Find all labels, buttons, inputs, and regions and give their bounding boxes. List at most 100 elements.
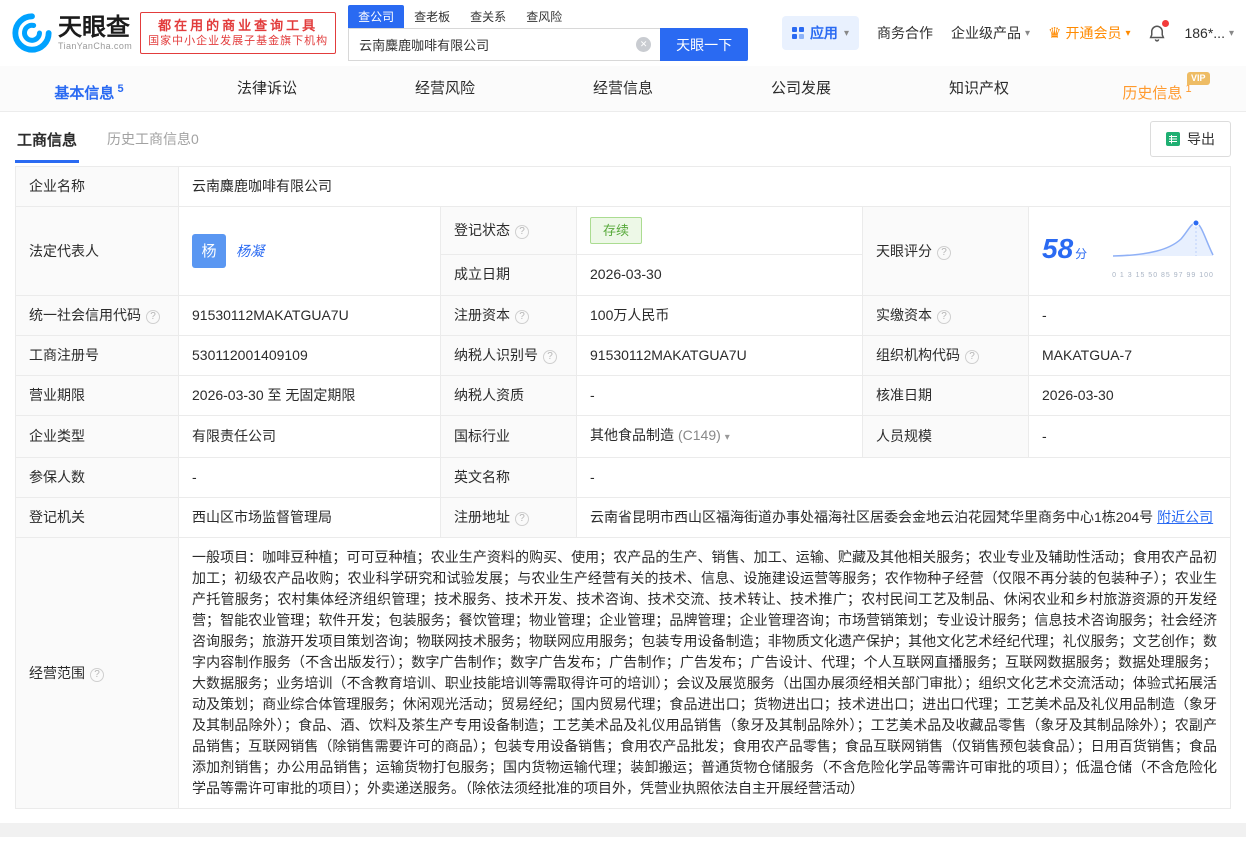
taxpayer-id-value: 91530112MAKATGUA7U	[577, 336, 863, 376]
english-name-label: 英文名称	[441, 458, 577, 498]
legal-rep-cell: 杨 杨凝	[179, 207, 441, 296]
logo-title: 天眼查	[58, 15, 132, 41]
subtab-history-registration[interactable]: 历史工商信息0	[107, 129, 199, 149]
help-icon[interactable]: ?	[515, 512, 529, 526]
tianyancha-logo[interactable]: 天眼查 TianYanCha.com	[12, 13, 132, 53]
approval-date-label: 核准日期	[863, 376, 1029, 416]
staff-size-value: -	[1029, 416, 1231, 458]
reg-status-label: 登记状态?	[441, 207, 577, 255]
tab-count: 5	[117, 83, 123, 95]
vip-label: 开通会员	[1065, 23, 1121, 43]
legal-rep-label: 法定代表人	[16, 207, 179, 296]
search-tab-company[interactable]: 查公司	[348, 5, 404, 28]
caret-down-icon: ▾	[1229, 28, 1234, 39]
sub-tab-bar: 工商信息 历史工商信息0 导出	[0, 112, 1246, 166]
business-cooperation-link[interactable]: 商务合作	[877, 23, 933, 43]
tab-company-development[interactable]: 公司发展	[712, 66, 890, 111]
search-button[interactable]: 天眼一下	[660, 28, 748, 61]
avatar[interactable]: 杨	[192, 234, 226, 268]
industry-value-cell: 其他食品制造(C149) ▾	[577, 416, 863, 458]
tab-label: 经营风险	[415, 80, 475, 97]
help-icon[interactable]: ?	[543, 350, 557, 364]
search-box: ✕ 天眼一下	[348, 28, 748, 61]
staff-size-label: 人员规模	[863, 416, 1029, 458]
logo-text: 天眼查 TianYanCha.com	[58, 15, 132, 51]
tab-history-info[interactable]: 历史信息1 VIP	[1068, 66, 1246, 111]
help-icon[interactable]: ?	[146, 310, 160, 324]
nearby-companies-link[interactable]: 附近公司	[1157, 509, 1213, 525]
help-icon[interactable]: ?	[90, 668, 104, 682]
paid-capital-label: 实缴资本?	[863, 296, 1029, 336]
tianyan-score-cell[interactable]: 58分 0 1 3 15 50 85 97 99 100	[1029, 207, 1231, 296]
notification-bell[interactable]	[1148, 23, 1166, 43]
company-info-table: 企业名称 云南麋鹿咖啡有限公司 法定代表人 杨 杨凝 登记状态? 存续 天眼评分…	[15, 166, 1231, 809]
tab-intellectual-property[interactable]: 知识产权	[890, 66, 1068, 111]
business-term-value: 2026-03-30 至 无固定期限	[179, 376, 441, 416]
reg-address-cell: 云南省昆明市西山区福海街道办事处福海社区居委会金地云泊花园梵华里商务中心1栋20…	[577, 498, 1231, 538]
search-tabs: 查公司 查老板 查关系 查风险	[348, 5, 748, 28]
subtab-business-registration[interactable]: 工商信息	[15, 115, 79, 163]
score-unit: 分	[1075, 247, 1087, 261]
score-chart: 0 1 3 15 50 85 97 99 100	[1111, 216, 1217, 286]
search-tab-boss[interactable]: 查老板	[404, 5, 460, 28]
caret-down-icon: ▾	[1125, 28, 1130, 39]
apps-menu[interactable]: 应用 ▾	[782, 16, 859, 50]
insured-count-value: -	[179, 458, 441, 498]
reg-number-label: 工商注册号	[16, 336, 179, 376]
vip-upgrade-menu[interactable]: ♛ 开通会员 ▾	[1048, 23, 1130, 43]
chevron-down-icon[interactable]: ▾	[725, 432, 730, 443]
vip-badge: VIP	[1187, 72, 1210, 85]
taxpayer-id-label: 纳税人识别号?	[441, 336, 577, 376]
account-menu[interactable]: 186*... ▾	[1184, 25, 1234, 41]
tab-operating-risk[interactable]: 经营风险	[356, 66, 534, 111]
tab-label: 经营信息	[593, 80, 653, 97]
establish-date-value: 2026-03-30	[577, 254, 863, 295]
tab-legal-proceedings[interactable]: 法律诉讼	[178, 66, 356, 111]
excel-icon	[1166, 132, 1180, 146]
crown-icon: ♛	[1048, 24, 1061, 42]
help-icon[interactable]: ?	[937, 246, 951, 260]
help-icon[interactable]: ?	[965, 350, 979, 364]
enterprise-products-menu[interactable]: 企业级产品 ▾	[951, 23, 1030, 43]
reg-authority-value: 西山区市场监督管理局	[179, 498, 441, 538]
industry-code: (C149)	[678, 427, 721, 443]
reg-capital-value: 100万人民币	[577, 296, 863, 336]
reg-address-value: 云南省昆明市西山区福海街道办事处福海社区居委会金地云泊花园梵华里商务中心1栋20…	[590, 509, 1153, 525]
reg-address-label: 注册地址?	[441, 498, 577, 538]
business-scope-label: 经营范围?	[16, 538, 179, 809]
table-row: 经营范围? 一般项目：咖啡豆种植；可可豆种植；农业生产资料的购买、使用；农产品的…	[16, 538, 1231, 809]
status-badge: 存续	[590, 217, 642, 244]
taxpayer-quality-value: -	[577, 376, 863, 416]
export-button[interactable]: 导出	[1150, 121, 1231, 157]
tab-basic-info[interactable]: 基本信息5	[0, 66, 178, 111]
promo-badge: 都在用的商业查询工具 国家中小企业发展子基金旗下机构	[140, 12, 336, 54]
search-tab-risk[interactable]: 查风险	[516, 5, 572, 28]
promo-line1: 都在用的商业查询工具	[148, 17, 328, 34]
business-term-label: 营业期限	[16, 376, 179, 416]
search-tab-relation[interactable]: 查关系	[460, 5, 516, 28]
apps-grid-icon	[792, 27, 804, 39]
company-name-label: 企业名称	[16, 167, 179, 207]
org-code-label: 组织机构代码?	[863, 336, 1029, 376]
establish-date-label: 成立日期	[441, 254, 577, 295]
help-icon[interactable]: ?	[515, 225, 529, 239]
main-nav-tabs: 基本信息5 法律诉讼 经营风险 经营信息 公司发展 知识产权 历史信息1 VIP	[0, 66, 1246, 112]
business-scope-value: 一般项目：咖啡豆种植；可可豆种植；农业生产资料的购买、使用；农产品的生产、销售、…	[179, 538, 1231, 809]
enterprise-products-label: 企业级产品	[951, 23, 1021, 43]
table-row: 参保人数 - 英文名称 -	[16, 458, 1231, 498]
score-value: 58	[1042, 233, 1073, 264]
export-label: 导出	[1187, 129, 1215, 149]
search-input[interactable]	[348, 28, 660, 61]
caret-down-icon: ▾	[1025, 28, 1030, 39]
table-row: 统一社会信用代码? 91530112MAKATGUA7U 注册资本? 100万人…	[16, 296, 1231, 336]
help-icon[interactable]: ?	[937, 310, 951, 324]
page: 天眼查 TianYanCha.com 都在用的商业查询工具 国家中小企业发展子基…	[0, 0, 1246, 837]
caret-down-icon: ▾	[844, 28, 849, 39]
tab-business-info[interactable]: 经营信息	[534, 66, 712, 111]
table-row: 企业名称 云南麋鹿咖啡有限公司	[16, 167, 1231, 207]
help-icon[interactable]: ?	[515, 310, 529, 324]
industry-value: 其他食品制造	[590, 427, 674, 443]
legal-rep-link[interactable]: 杨凝	[236, 241, 264, 262]
approval-date-value: 2026-03-30	[1029, 376, 1231, 416]
notification-dot	[1162, 20, 1169, 27]
